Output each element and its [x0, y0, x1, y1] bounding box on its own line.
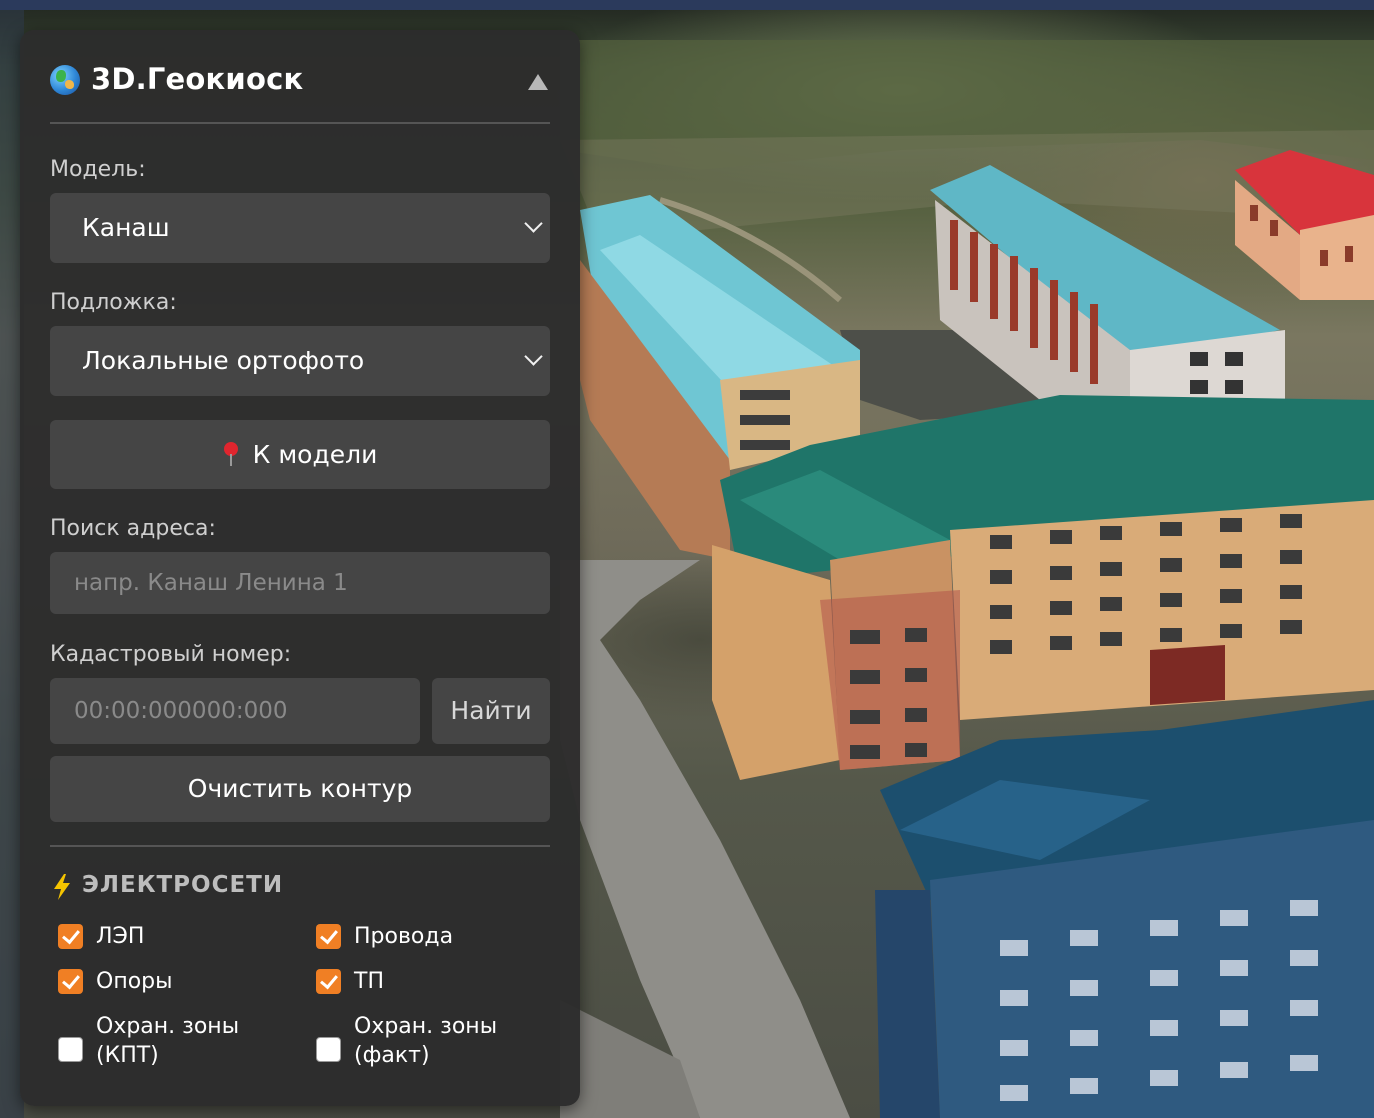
find-button-label: Найти: [450, 696, 532, 725]
model-select-value: Канаш: [82, 213, 170, 242]
header-divider: [50, 122, 550, 124]
app-title: 3D.Геокиоск: [91, 62, 304, 96]
window-top-border: [0, 0, 1374, 10]
checkmark-icon: [62, 925, 80, 945]
checkbox-checked[interactable]: [58, 924, 83, 949]
chevron-down-icon: [524, 214, 543, 233]
clear-contour-button-label: Очистить контур: [187, 774, 413, 803]
power-layer-label: Охран. зоны (факт): [354, 1014, 498, 1068]
basemap-label: Подложка:: [50, 290, 177, 315]
address-search-input[interactable]: [50, 552, 550, 614]
power-layer-label: ЛЭП: [96, 924, 145, 949]
power-layers-list: ЛЭП Провода Опоры ТП Охран. зоны (КПТ) Охран.…: [58, 922, 558, 1082]
checkmark-icon: [320, 970, 338, 990]
checkmark-icon: [62, 970, 80, 990]
panel-header: 3D.Геокиоск: [50, 60, 550, 100]
address-label: Поиск адреса:: [50, 516, 216, 541]
checkbox-checked[interactable]: [316, 924, 341, 949]
model-select[interactable]: Канаш: [50, 193, 550, 263]
power-layer-label: Опоры: [96, 969, 173, 994]
section-divider: [50, 845, 550, 847]
chevron-down-icon: [524, 347, 543, 366]
power-layer-label: Провода: [354, 924, 454, 949]
power-section-title: ЭЛЕКТРОСЕТИ: [82, 872, 284, 898]
checkbox-unchecked[interactable]: [58, 1037, 83, 1062]
cadastral-number-input[interactable]: [50, 678, 420, 744]
to-model-button-label: К модели: [252, 440, 378, 469]
power-layer-label: ТП: [354, 969, 384, 994]
checkbox-unchecked[interactable]: [316, 1037, 341, 1062]
building-3: [1235, 150, 1374, 300]
globe-icon: [50, 65, 80, 95]
checkbox-checked[interactable]: [316, 969, 341, 994]
checkmark-icon: [320, 925, 338, 945]
basemap-select[interactable]: Локальные ортофото: [50, 326, 550, 396]
cadastral-label: Кадастровый номер:: [50, 642, 292, 667]
control-panel: 3D.Геокиоск Модель: Канаш Подложка: Лока…: [20, 30, 580, 1106]
triangle-up-icon[interactable]: [528, 74, 548, 90]
find-button[interactable]: Найти: [432, 678, 550, 744]
pin-icon: [223, 441, 239, 468]
to-model-button[interactable]: К модели: [50, 420, 550, 489]
basemap-select-value: Локальные ортофото: [82, 346, 365, 375]
model-label: Модель:: [50, 157, 146, 182]
clear-contour-button[interactable]: Очистить контур: [50, 756, 550, 822]
checkbox-checked[interactable]: [58, 969, 83, 994]
power-layer-label: Охран. зоны (КПТ): [96, 1014, 240, 1068]
lightning-icon: [52, 874, 72, 900]
building-5: [875, 700, 1374, 1118]
